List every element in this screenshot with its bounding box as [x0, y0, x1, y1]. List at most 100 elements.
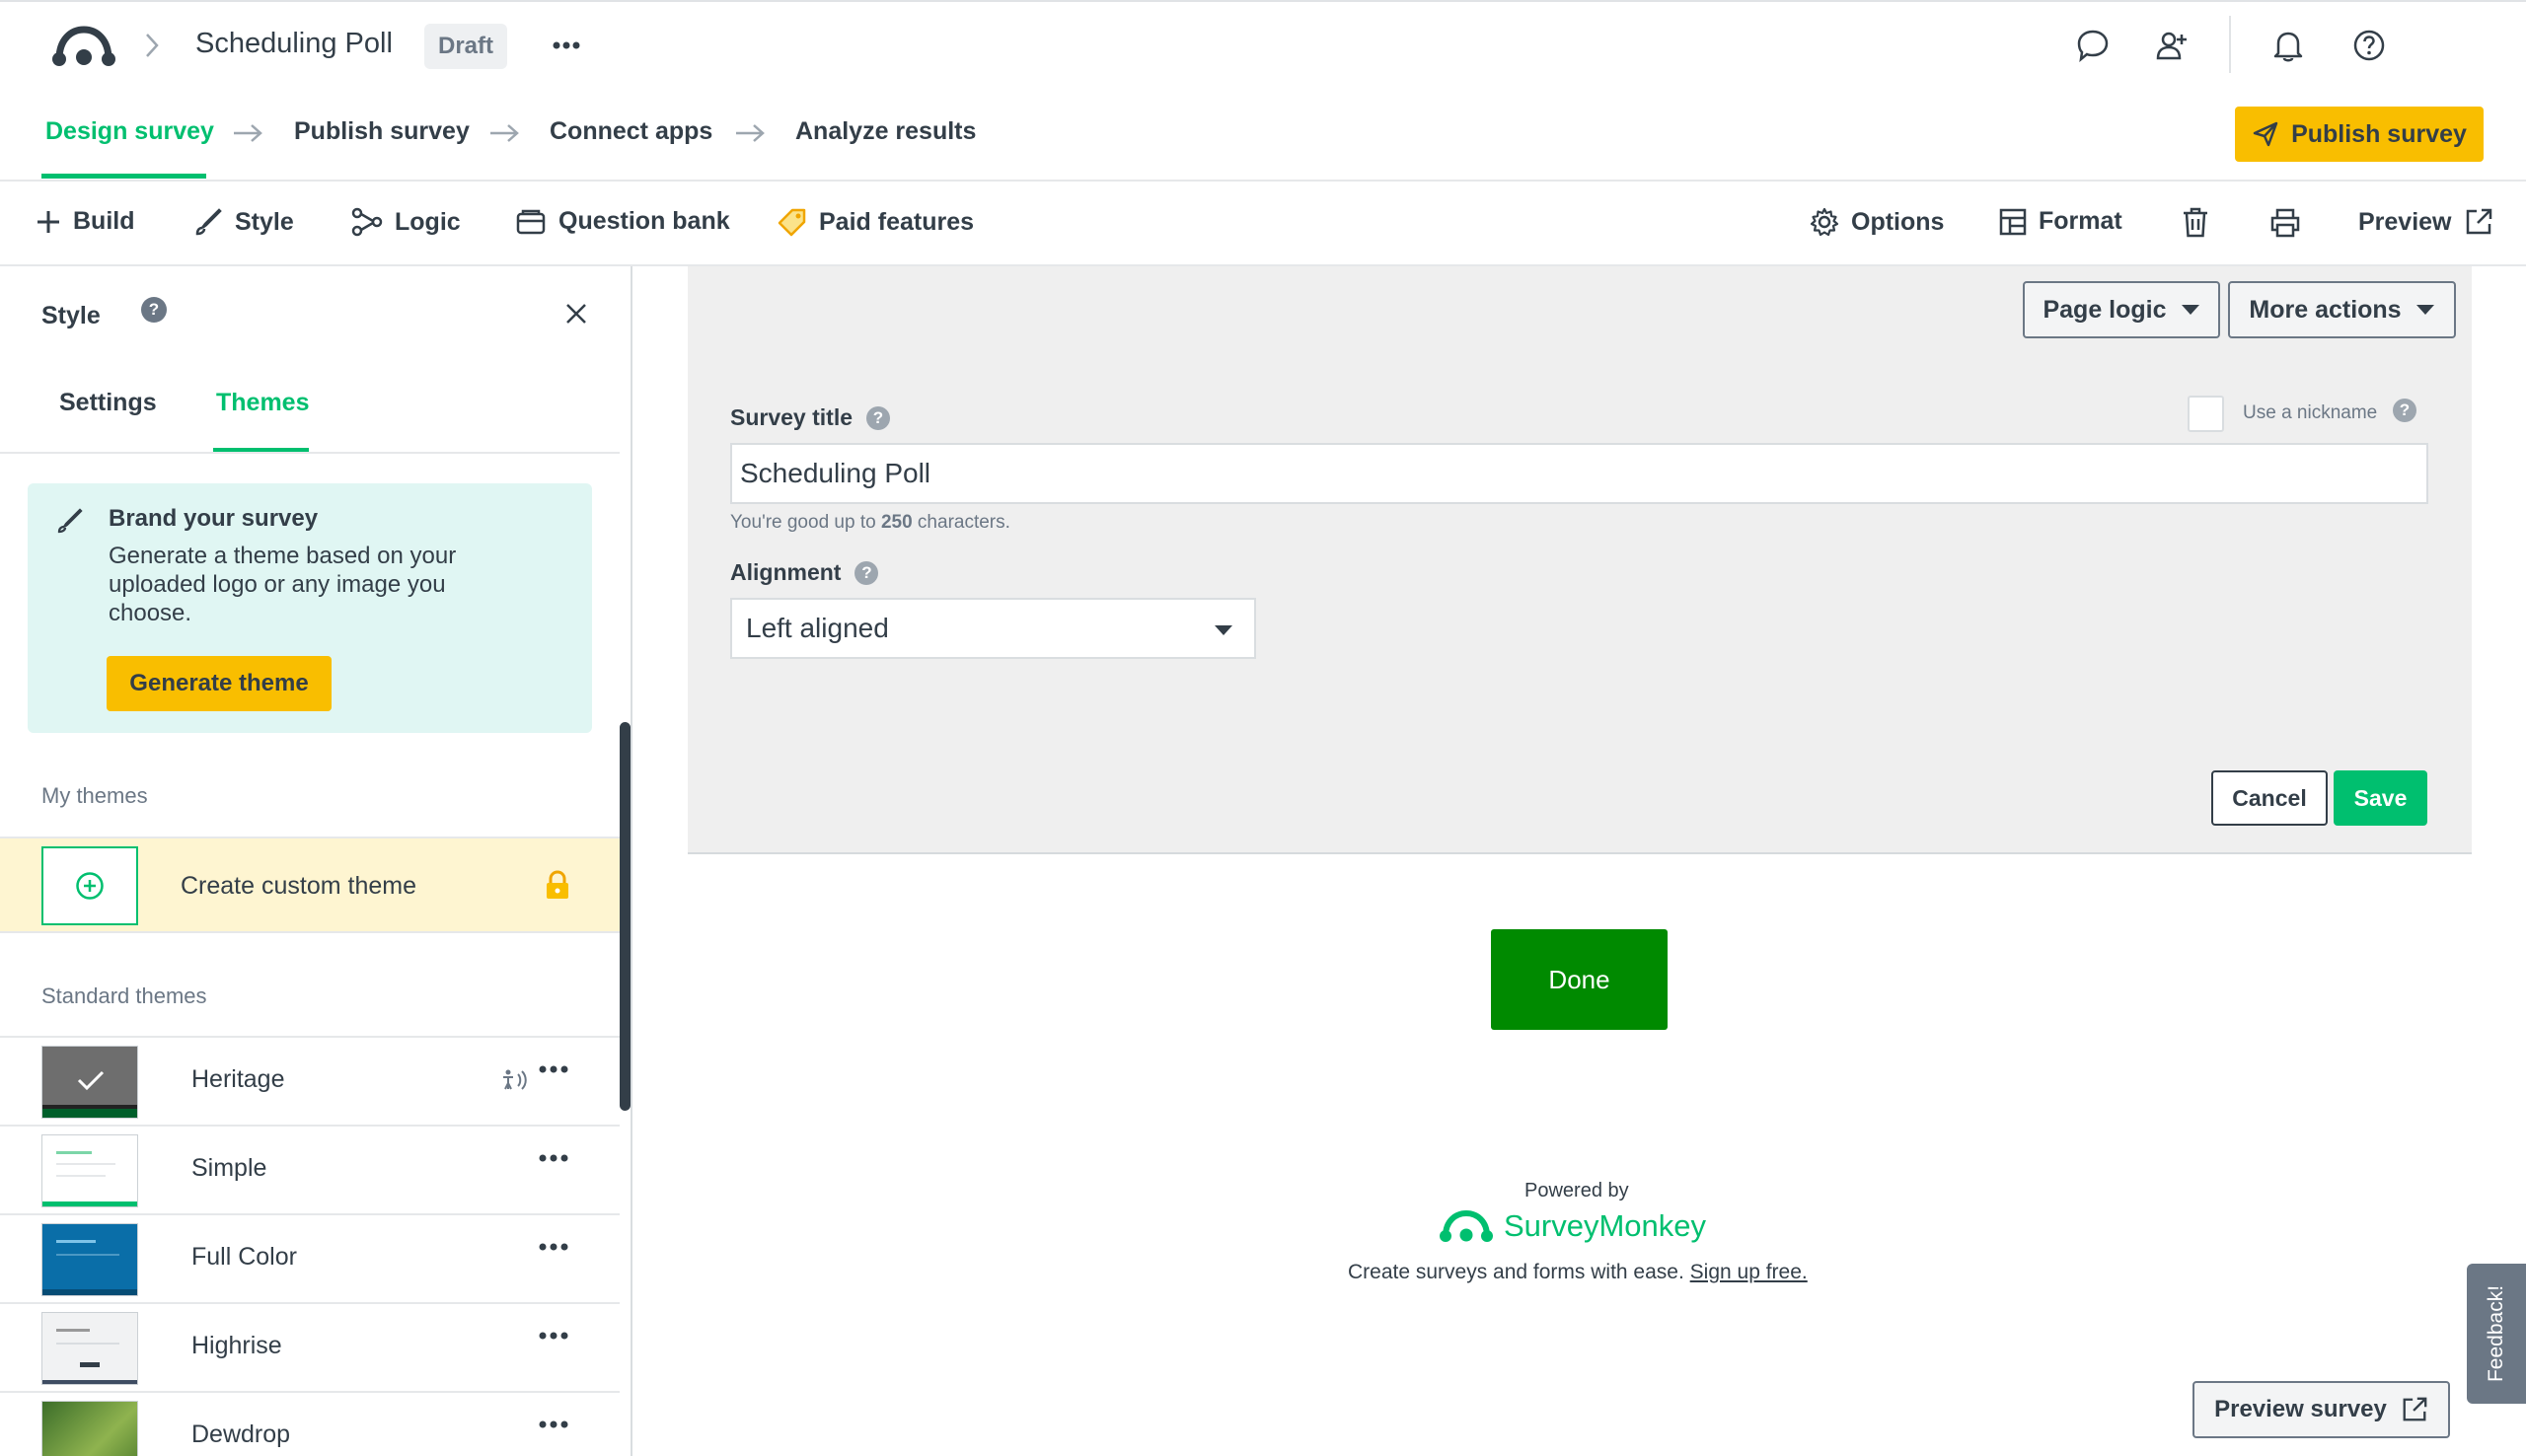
use-nickname-checkbox[interactable] — [2188, 396, 2224, 432]
theme-row-heritage[interactable]: Heritage — [0, 1036, 620, 1125]
character-limit-hint: You're good up to 250 characters. — [730, 512, 1010, 534]
publish-survey-label: Publish survey — [2291, 119, 2467, 148]
step-design-survey[interactable]: Design survey — [45, 117, 214, 146]
brand-card-title: Brand your survey — [109, 505, 319, 532]
active-step-underline — [41, 174, 206, 179]
add-user-icon[interactable] — [2149, 23, 2194, 68]
trash-icon[interactable] — [2182, 207, 2209, 239]
surveymonkey-logo-icon[interactable] — [51, 22, 116, 69]
help-icon[interactable] — [2346, 23, 2392, 68]
survey-title[interactable]: Scheduling Poll — [195, 28, 393, 60]
panel-scrollbar[interactable] — [620, 722, 631, 1111]
step-publish-survey[interactable]: Publish survey — [294, 117, 470, 146]
surveymonkey-wordmark: SurveyMonkey — [1504, 1208, 1707, 1243]
publish-survey-button[interactable]: Publish survey — [2235, 107, 2484, 162]
caret-down-icon — [2415, 304, 2435, 316]
create-custom-theme-row[interactable]: Create custom theme — [0, 837, 620, 933]
top-bar: Scheduling Poll Draft — [0, 0, 2526, 91]
theme-row-dewdrop[interactable]: Dewdrop — [0, 1391, 620, 1456]
theme-name: Dewdrop — [191, 1420, 291, 1448]
build-label: Build — [73, 207, 135, 235]
send-plane-icon — [2252, 120, 2279, 148]
footer-text: Create surveys and forms with ease. Sign… — [1348, 1261, 1808, 1284]
theme-thumbnail — [41, 1223, 138, 1296]
sign-up-link[interactable]: Sign up free. — [1690, 1261, 1808, 1283]
step-arrow-icon — [232, 122, 263, 144]
save-button[interactable]: Save — [2334, 770, 2427, 826]
alignment-label-text: Alignment — [730, 559, 842, 585]
done-button[interactable]: Done — [1491, 929, 1668, 1030]
breadcrumb-chevron-icon — [144, 32, 160, 59]
more-actions-button[interactable]: More actions — [2228, 281, 2456, 338]
build-tool[interactable]: Build — [36, 207, 135, 236]
tab-settings[interactable]: Settings — [59, 389, 157, 417]
logic-label: Logic — [395, 207, 461, 236]
help-circle-icon[interactable]: ? — [854, 560, 879, 585]
style-panel-title: Style — [41, 302, 101, 329]
page-logic-button[interactable]: Page logic — [2023, 281, 2220, 338]
format-grid-icon — [1999, 208, 2027, 236]
notifications-bell-icon[interactable] — [2266, 23, 2311, 68]
footer-text-body: Create surveys and forms with ease. — [1348, 1261, 1690, 1283]
theme-thumbnail — [41, 1401, 138, 1456]
question-bank-tool[interactable]: Question bank — [515, 207, 730, 236]
step-arrow-icon — [734, 122, 766, 144]
theme-name: Full Color — [191, 1243, 297, 1271]
close-icon[interactable] — [564, 302, 588, 326]
options-tool[interactable]: Options — [1810, 207, 1944, 237]
survey-title-input-value: Scheduling Poll — [740, 458, 931, 488]
tab-themes[interactable]: Themes — [216, 389, 309, 417]
logic-tool[interactable]: Logic — [351, 207, 461, 237]
step-connect-apps[interactable]: Connect apps — [550, 117, 712, 146]
status-badge: Draft — [424, 24, 508, 69]
theme-row-full-color[interactable]: Full Color — [0, 1213, 620, 1302]
help-circle-icon[interactable]: ? — [141, 297, 167, 323]
options-label: Options — [1851, 207, 1945, 236]
theme-more-icon[interactable] — [539, 1332, 568, 1340]
cancel-button[interactable]: Cancel — [2211, 770, 2328, 826]
theme-more-icon[interactable] — [539, 1420, 568, 1428]
alignment-label: Alignment ? — [730, 559, 879, 586]
style-tool[interactable]: Style — [193, 207, 294, 237]
question-bank-label: Question bank — [558, 207, 730, 235]
help-circle-icon[interactable]: ? — [2393, 399, 2416, 422]
tabs-divider — [0, 452, 620, 454]
divider — [2229, 16, 2231, 73]
theme-more-icon[interactable] — [539, 1243, 568, 1251]
brand-card-text-line: Generate a theme based on your — [109, 543, 457, 569]
survey-title-input[interactable]: Scheduling Poll — [730, 443, 2428, 504]
theme-more-icon[interactable] — [539, 1065, 568, 1073]
gear-icon — [1810, 207, 1839, 237]
preview-survey-label: Preview survey — [2214, 1396, 2387, 1422]
create-custom-theme-label: Create custom theme — [181, 872, 416, 900]
paid-features-tool[interactable]: Paid features — [778, 207, 974, 237]
use-nickname-label: Use a nickname — [2243, 402, 2378, 423]
step-analyze-results[interactable]: Analyze results — [795, 117, 976, 146]
hint-prefix: You're good up to — [730, 512, 881, 533]
brush-icon — [55, 507, 83, 535]
print-icon[interactable] — [2269, 207, 2301, 239]
theme-row-simple[interactable]: Simple — [0, 1125, 620, 1213]
theme-name: Highrise — [191, 1332, 282, 1359]
theme-thumbnail — [41, 1134, 138, 1207]
theme-row-highrise[interactable]: Highrise — [0, 1302, 620, 1391]
surveymonkey-brand[interactable]: SurveyMonkey — [1439, 1208, 1706, 1244]
theme-more-icon[interactable] — [539, 1154, 568, 1162]
format-tool[interactable]: Format — [1999, 207, 2122, 236]
preview-survey-button[interactable]: Preview survey — [2192, 1381, 2450, 1438]
comments-icon[interactable] — [2070, 23, 2116, 68]
feedback-tab[interactable]: Feedback! — [2467, 1264, 2526, 1404]
generate-theme-button[interactable]: Generate theme — [107, 656, 332, 711]
hint-suffix: characters. — [912, 512, 1010, 533]
logic-branch-icon — [351, 207, 383, 237]
help-circle-icon[interactable]: ? — [866, 405, 890, 430]
preview-label: Preview — [2358, 207, 2452, 236]
alignment-select[interactable]: Left aligned — [730, 598, 1256, 659]
brand-card-text-line: choose. — [109, 600, 192, 626]
hint-count: 250 — [880, 512, 913, 533]
preview-tool[interactable]: Preview — [2358, 207, 2493, 237]
external-link-icon — [2401, 1396, 2428, 1423]
survey-title-editor: Page logic More actions Survey title ? U… — [688, 266, 2472, 854]
more-options-icon[interactable] — [553, 41, 580, 49]
external-link-icon — [2464, 207, 2493, 237]
